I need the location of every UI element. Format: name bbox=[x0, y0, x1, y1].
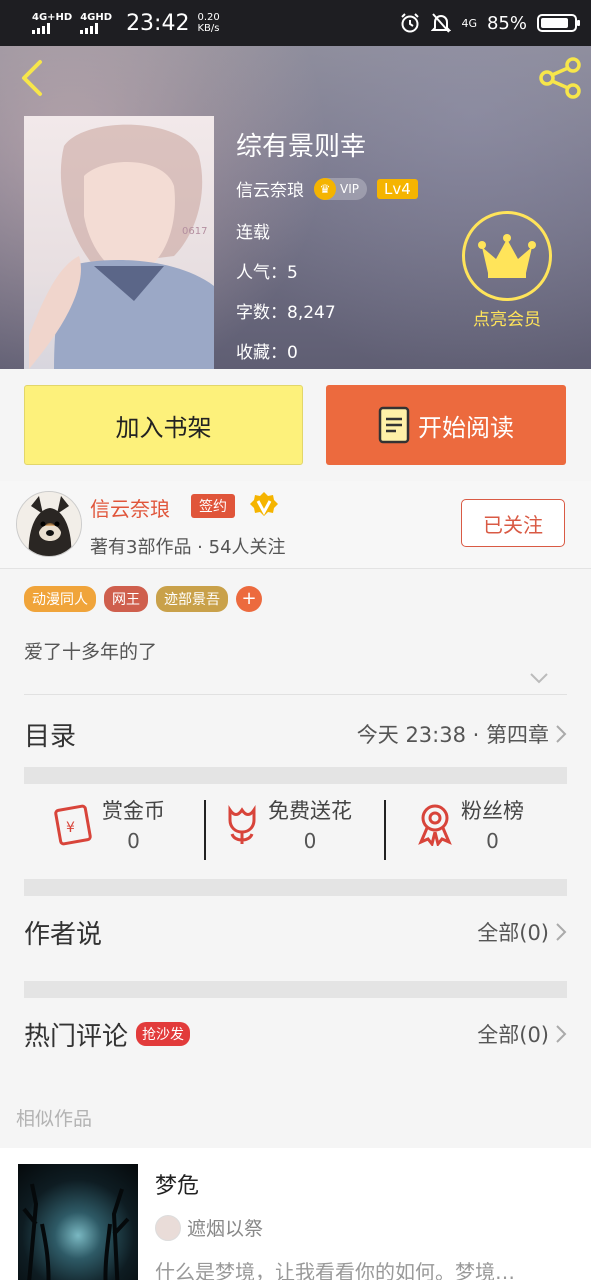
divider bbox=[24, 694, 567, 695]
support-stats: ¥ 赏金币 0 免费送花 0 粉丝榜 0 bbox=[0, 795, 591, 865]
medal-icon bbox=[418, 804, 452, 846]
signal-2: 4GHD bbox=[80, 11, 113, 34]
similar-work-card[interactable]: 梦危 遮烟以祭 什么是梦境，让我看看你的如何。梦境… bbox=[0, 1148, 591, 1280]
book-favorites: 收藏：0 bbox=[236, 343, 298, 363]
add-tag-button[interactable]: + bbox=[236, 586, 262, 612]
header-author-name[interactable]: 信云奈琅 bbox=[236, 176, 304, 201]
stat-label: 粉丝榜 bbox=[461, 799, 524, 823]
speed-unit: KB/s bbox=[197, 23, 220, 34]
follow-button[interactable]: 已关注 bbox=[461, 499, 565, 547]
author-says-title: 作者说 bbox=[24, 919, 103, 950]
stat-free-flowers[interactable]: 免费送花 0 bbox=[222, 795, 352, 853]
member-button[interactable]: 点亮会员 bbox=[462, 211, 552, 330]
similar-work-author-name: 遮烟以祭 bbox=[187, 1218, 264, 1240]
similar-work-cover[interactable] bbox=[18, 1164, 138, 1280]
catalog-latest-text: 今天 23:38 · 第四章 bbox=[356, 723, 549, 747]
author-says-all: 全部(0) bbox=[477, 917, 567, 947]
author-says-row[interactable]: 作者说 全部(0) bbox=[24, 910, 567, 954]
similar-work-description: 什么是梦境，让我看看你的如何。梦境… bbox=[155, 1260, 515, 1280]
member-crown-icon bbox=[462, 211, 552, 301]
mute-icon bbox=[431, 13, 452, 33]
status-bar: 4G+HD 4GHD 23:42 0.20 KB/s 4G 85% bbox=[0, 0, 591, 46]
stat-label: 赏金币 bbox=[102, 799, 165, 823]
section-divider bbox=[24, 981, 567, 998]
verified-v-icon bbox=[250, 492, 278, 516]
tag-list: 动漫同人 网王 迹部景吾 + bbox=[24, 586, 262, 612]
crown-icon: ♛ bbox=[314, 177, 336, 200]
alarm-icon bbox=[401, 13, 420, 33]
signal-bars-icon bbox=[80, 22, 112, 34]
avatar[interactable] bbox=[16, 491, 82, 557]
chevron-down-icon[interactable] bbox=[528, 670, 550, 686]
cover-watermark: 0617 bbox=[182, 226, 207, 237]
section-divider bbox=[24, 767, 567, 784]
book-word-count: 字数：8,247 bbox=[236, 303, 336, 323]
signal-1: 4G+HD bbox=[32, 11, 73, 34]
similar-work-author: 遮烟以祭 bbox=[155, 1214, 263, 1241]
author-section: 信云奈琅 签约 著有3部作品 · 54人关注 已关注 bbox=[0, 481, 591, 569]
tag-item[interactable]: 迹部景吾 bbox=[156, 586, 228, 612]
svg-text:¥: ¥ bbox=[66, 820, 75, 836]
author-description: 著有3部作品 · 54人关注 bbox=[90, 537, 286, 558]
stat-reward-coins[interactable]: ¥ 赏金币 0 bbox=[52, 795, 165, 853]
vip-badge: ♛ VIP bbox=[314, 177, 367, 200]
catalog-title: 目录 bbox=[24, 721, 77, 752]
network-label-2: 4GHD bbox=[80, 11, 113, 23]
similar-works-heading: 相似作品 bbox=[16, 1108, 93, 1130]
vip-label: VIP bbox=[340, 181, 359, 196]
share-icon[interactable] bbox=[537, 56, 583, 100]
back-arrow-icon[interactable] bbox=[14, 58, 50, 98]
signed-badge: 签约 bbox=[191, 494, 235, 518]
chevron-right-icon bbox=[556, 1025, 567, 1043]
clock: 23:42 bbox=[126, 10, 190, 36]
tag-item[interactable]: 网王 bbox=[104, 586, 148, 612]
flower-icon bbox=[228, 805, 256, 844]
book-status: 连载 bbox=[236, 223, 270, 243]
author-name[interactable]: 信云奈琅 bbox=[90, 493, 170, 522]
book-icon bbox=[378, 406, 410, 444]
author-says-count: 全部(0) bbox=[477, 921, 549, 945]
first-comment-badge: 抢沙发 bbox=[136, 1022, 191, 1046]
similar-work-title[interactable]: 梦危 bbox=[155, 1168, 199, 1200]
start-reading-label: 开始阅读 bbox=[418, 413, 514, 442]
avatar bbox=[155, 1214, 181, 1241]
hot-comments-count: 全部(0) bbox=[477, 1023, 549, 1047]
stat-value: 0 bbox=[303, 829, 317, 853]
battery-percent: 85% bbox=[486, 12, 527, 34]
chevron-right-icon bbox=[556, 923, 567, 941]
speed-value: 0.20 bbox=[197, 12, 220, 23]
add-to-shelf-button[interactable]: 加入书架 bbox=[24, 385, 303, 465]
stat-value: 0 bbox=[127, 829, 140, 853]
member-label: 点亮会员 bbox=[473, 310, 541, 330]
action-bar: 加入书架 开始阅读 bbox=[0, 369, 591, 481]
section-divider bbox=[24, 879, 567, 896]
stat-separator bbox=[384, 800, 386, 860]
header-author-row: 信云奈琅 ♛ VIP Lv4 bbox=[236, 176, 418, 201]
catalog-row[interactable]: 目录 今天 23:38 · 第四章 bbox=[24, 712, 567, 756]
tag-item[interactable]: 动漫同人 bbox=[24, 586, 96, 612]
start-reading-button[interactable]: 开始阅读 bbox=[326, 385, 566, 465]
book-intro: 爱了十多年的了 bbox=[24, 641, 158, 663]
battery-icon bbox=[537, 14, 580, 32]
network-speed: 0.20 KB/s bbox=[197, 12, 219, 34]
chevron-right-icon bbox=[556, 725, 567, 743]
stat-separator bbox=[204, 800, 206, 860]
book-title: 综有景则幸 bbox=[236, 132, 367, 162]
stat-value: 0 bbox=[486, 829, 499, 853]
stat-fan-ranking[interactable]: 粉丝榜 0 bbox=[415, 795, 524, 853]
signal-bars-icon bbox=[32, 22, 72, 34]
hot-comments-all: 全部(0) bbox=[477, 1019, 567, 1049]
network-label-1: 4G+HD bbox=[32, 11, 73, 23]
book-popularity: 人气：5 bbox=[236, 263, 298, 283]
network-label-3: 4G bbox=[461, 16, 477, 30]
hot-comments-row[interactable]: 热门评论 抢沙发 全部(0) bbox=[24, 1012, 567, 1056]
hot-comments-title: 热门评论 bbox=[24, 1021, 129, 1052]
book-cover[interactable]: 0617 bbox=[24, 116, 214, 369]
level-badge: Lv4 bbox=[376, 178, 418, 199]
book-header: 0617 综有景则幸 信云奈琅 ♛ VIP Lv4 连载 人气：5 字数：8,24… bbox=[0, 46, 591, 369]
stat-label: 免费送花 bbox=[268, 799, 352, 823]
catalog-latest: 今天 23:38 · 第四章 bbox=[357, 719, 567, 749]
red-envelope-icon: ¥ bbox=[54, 804, 92, 846]
